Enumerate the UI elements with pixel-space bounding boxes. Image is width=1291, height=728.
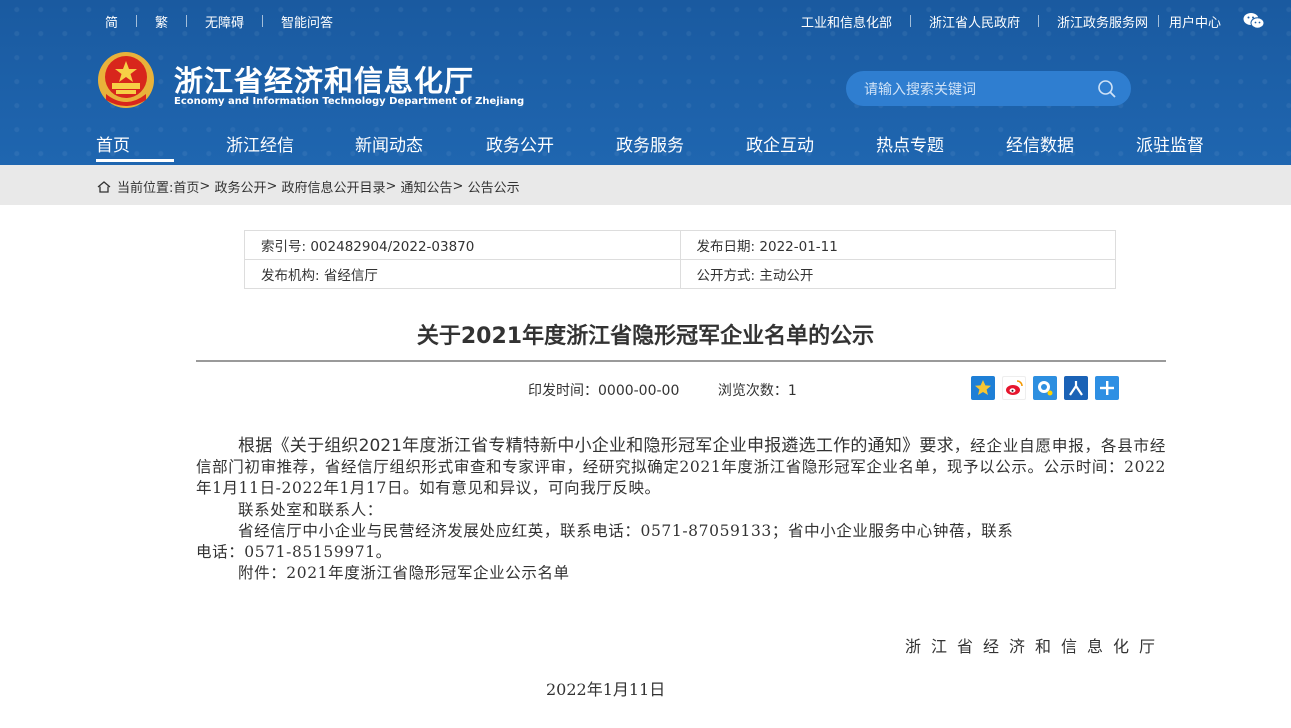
signature-date: 2022年1月11日 xyxy=(546,680,666,699)
print-time: 印发时间：0000-00-00 xyxy=(528,383,680,399)
article-info: 印发时间：0000-00-00 浏览次数：1 xyxy=(528,380,831,400)
meta-table: 索引号: 002482904/2022-03870 发布日期: 2022-01-… xyxy=(244,230,1117,289)
site-subtitle: Economy and Information Technology Depar… xyxy=(174,96,525,107)
breadcrumb-sep: > xyxy=(199,179,215,194)
breadcrumb-gov-open[interactable]: 政务公开 xyxy=(214,177,266,196)
zj-gov-link[interactable]: 浙江省人民政府 xyxy=(929,12,1020,31)
nav-gov-services[interactable]: 政务服务 xyxy=(616,131,684,156)
separator xyxy=(909,15,911,27)
separator xyxy=(1037,15,1039,27)
user-center-link[interactable]: 用户中心 xyxy=(1169,12,1221,31)
nav-gov-affairs-open[interactable]: 政务公开 xyxy=(486,131,554,156)
favorite-icon[interactable] xyxy=(971,376,995,400)
nav-interaction[interactable]: 政企互动 xyxy=(746,131,814,156)
home-icon xyxy=(97,180,111,193)
share-bar xyxy=(971,376,1119,400)
qq-icon[interactable] xyxy=(1033,376,1057,400)
breadcrumb-prefix: 当前位置: xyxy=(117,181,174,196)
paragraph-lead: 根据《关于组织2021年度浙江省专精特新中小企业和隐形冠军企业申报遴选工作的通知… xyxy=(238,436,954,456)
breadcrumb-bar: 当前位置: 首页 > 政务公开 > 政府信息公开目录 > 通知公告 > 公告公示 xyxy=(0,165,1291,205)
nav-home[interactable]: 首页 xyxy=(96,131,174,162)
more-share-icon[interactable] xyxy=(1095,376,1119,400)
meta-open-mode: 公开方式: 主动公开 xyxy=(679,259,1117,289)
contact-line-1: 省经信厅中小企业与民营经济发展处应红英，联系电话：0571-87059133；省… xyxy=(238,522,1014,540)
signature: 浙江省经济和信息化厅 xyxy=(904,637,1165,656)
contact-line-2: 电话：0571-85159971。 xyxy=(196,543,392,561)
wechat-icon[interactable] xyxy=(1243,12,1265,30)
meta-index: 索引号: 002482904/2022-03870 xyxy=(244,230,681,260)
breadcrumb-notices[interactable]: 通知公告 xyxy=(401,177,453,196)
search-input[interactable] xyxy=(862,71,1087,108)
contact-heading: 联系处室和联系人： xyxy=(238,501,383,519)
view-count: 浏览次数：1 xyxy=(717,383,797,399)
breadcrumb: 当前位置: 首页 > 政务公开 > 政府信息公开目录 > 通知公告 > 公告公示 xyxy=(97,177,520,196)
topbar-right: 工业和信息化部 浙江省人民政府 浙江政务服务网 用户中心 xyxy=(0,12,1291,31)
attachment-link[interactable]: 附件：2021年度浙江省隐形冠军企业公示名单 xyxy=(196,561,570,583)
breadcrumb-sep: > xyxy=(266,179,282,194)
title-divider xyxy=(196,360,1166,362)
nav-zhejiang-jingxin[interactable]: 浙江经信 xyxy=(226,131,294,156)
weibo-icon[interactable] xyxy=(1002,376,1026,400)
breadcrumb-announcements[interactable]: 公告公示 xyxy=(468,177,520,196)
meta-org: 发布机构: 省经信厅 xyxy=(244,259,681,289)
site-header: 简 繁 无障碍 智能问答 工业和信息化部 浙江省人民政府 浙江政务服务网 用户中… xyxy=(0,0,1291,165)
article-paragraph-1: 根据《关于组织2021年度浙江省专精特新中小企业和隐形冠军企业申报遴选工作的通知… xyxy=(196,436,1166,499)
nav-news[interactable]: 新闻动态 xyxy=(355,131,423,156)
breadcrumb-catalog[interactable]: 政府信息公开目录 xyxy=(281,177,385,196)
zj-service-link[interactable]: 浙江政务服务网 xyxy=(1057,12,1148,31)
search-box xyxy=(846,71,1131,108)
nav-supervision[interactable]: 派驻监督 xyxy=(1136,131,1204,156)
nav-topics[interactable]: 热点专题 xyxy=(876,131,944,156)
emblem-icon xyxy=(96,50,156,110)
meta-publish-date: 发布日期: 2022-01-11 xyxy=(679,230,1117,260)
breadcrumb-sep: > xyxy=(385,179,401,194)
miit-link[interactable]: 工业和信息化部 xyxy=(801,12,892,31)
separator xyxy=(1157,15,1159,27)
article-title: 关于2021年度浙江省隐形冠军企业名单的公示 xyxy=(416,324,875,349)
main-nav: 首页 浙江经信 新闻动态 政务公开 政务服务 政企互动 热点专题 经信数据 派驻… xyxy=(96,131,1216,165)
breadcrumb-sep: > xyxy=(452,179,468,194)
search-icon[interactable] xyxy=(1097,79,1117,99)
renren-icon[interactable] xyxy=(1064,376,1088,400)
site-title[interactable]: 浙江省经济和信息化厅 xyxy=(174,58,474,100)
nav-data[interactable]: 经信数据 xyxy=(1006,131,1074,156)
breadcrumb-home[interactable]: 首页 xyxy=(173,177,199,196)
